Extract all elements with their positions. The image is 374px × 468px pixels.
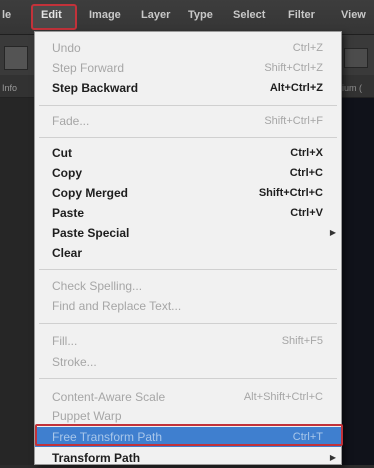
menu-separator <box>39 105 337 106</box>
menu-view[interactable]: View <box>341 9 366 21</box>
menu-item-label: Puppet Warp <box>52 409 122 423</box>
menu-item-step-backward[interactable]: Step Backward Alt+Ctrl+Z <box>35 78 341 98</box>
menu-item-content-aware-scale[interactable]: Content-Aware Scale Alt+Shift+Ctrl+C <box>35 387 341 407</box>
menu-item-clear[interactable]: Clear <box>35 243 341 263</box>
menu-edit[interactable]: Edit <box>41 9 62 21</box>
menu-item-paste-special[interactable]: Paste Special ▶ <box>35 223 341 243</box>
menu-filter[interactable]: Filter <box>288 9 315 21</box>
menu-item-shortcut: Shift+Ctrl+Z <box>264 62 323 74</box>
menu-item-shortcut: Shift+F5 <box>281 335 323 347</box>
menu-item-shortcut: Ctrl+C <box>289 167 323 179</box>
menu-bar: le Edit Image Layer Type Select Filter V… <box>0 0 374 35</box>
submenu-arrow-icon: ▶ <box>329 453 336 462</box>
menu-layer[interactable]: Layer <box>141 9 170 21</box>
menu-item-shortcut: Alt+Shift+Ctrl+C <box>243 391 323 403</box>
menu-separator <box>39 269 337 270</box>
menu-item-label: Transform Path <box>52 451 141 465</box>
menu-item-shortcut: Ctrl+V <box>290 207 323 219</box>
menu-type[interactable]: Type <box>188 9 213 21</box>
menu-image[interactable]: Image <box>89 9 121 21</box>
menu-separator <box>39 378 337 379</box>
menu-file[interactable]: le <box>2 9 11 21</box>
menu-item-label: Fade... <box>52 114 90 128</box>
menu-item-label: Paste <box>52 206 85 220</box>
menu-item-find-replace[interactable]: Find and Replace Text... <box>35 296 341 316</box>
menu-item-label: Check Spelling... <box>52 279 143 293</box>
menu-item-stroke[interactable]: Stroke... <box>35 352 341 372</box>
free-transform-path-highlight <box>35 424 343 446</box>
menu-item-label: Cut <box>52 146 72 160</box>
menu-item-label: Undo <box>52 41 81 55</box>
document-tab-label[interactable]: ium ( <box>342 83 362 93</box>
menu-item-label: Paste Special <box>52 226 130 240</box>
menu-item-shortcut: Ctrl+X <box>290 147 323 159</box>
menu-item-shortcut: Ctrl+Z <box>292 42 323 54</box>
menu-item-cut[interactable]: Cut Ctrl+X <box>35 143 341 163</box>
menu-item-shortcut: Alt+Ctrl+Z <box>269 82 323 94</box>
menu-item-puppet-warp[interactable]: Puppet Warp <box>35 406 341 426</box>
edit-dropdown-menu: Undo Ctrl+Z Step Forward Shift+Ctrl+Z St… <box>34 31 342 465</box>
menu-item-paste[interactable]: Paste Ctrl+V <box>35 203 341 223</box>
menu-item-label: Clear <box>52 246 83 260</box>
panel-tab-label[interactable]: Info <box>2 83 17 93</box>
menu-separator <box>39 137 337 138</box>
menu-item-check-spelling[interactable]: Check Spelling... <box>35 276 341 296</box>
submenu-arrow-icon: ▶ <box>329 228 336 237</box>
menu-select[interactable]: Select <box>233 9 265 21</box>
menu-separator <box>39 323 337 324</box>
menu-item-fade[interactable]: Fade... Shift+Ctrl+F <box>35 111 341 131</box>
menu-item-label: Stroke... <box>52 355 97 369</box>
menu-item-label: Step Backward <box>52 81 139 95</box>
menu-item-label: Step Forward <box>52 61 125 75</box>
options-control[interactable] <box>344 48 368 68</box>
menu-item-transform-path[interactable]: Transform Path ▶ <box>35 448 341 468</box>
tool-preset-button[interactable] <box>4 46 28 70</box>
menu-item-fill[interactable]: Fill... Shift+F5 <box>35 331 341 351</box>
menu-item-undo[interactable]: Undo Ctrl+Z <box>35 38 341 58</box>
menu-item-copy[interactable]: Copy Ctrl+C <box>35 163 341 183</box>
menu-item-shortcut: Shift+Ctrl+C <box>258 187 323 199</box>
menu-item-label: Fill... <box>52 334 78 348</box>
menu-item-label: Find and Replace Text... <box>52 299 182 313</box>
menu-item-copy-merged[interactable]: Copy Merged Shift+Ctrl+C <box>35 183 341 203</box>
menu-item-shortcut: Shift+Ctrl+F <box>264 115 323 127</box>
menu-item-label: Content-Aware Scale <box>52 390 166 404</box>
menu-item-step-forward[interactable]: Step Forward Shift+Ctrl+Z <box>35 58 341 78</box>
menu-item-label: Copy Merged <box>52 186 129 200</box>
menu-item-label: Copy <box>52 166 82 180</box>
